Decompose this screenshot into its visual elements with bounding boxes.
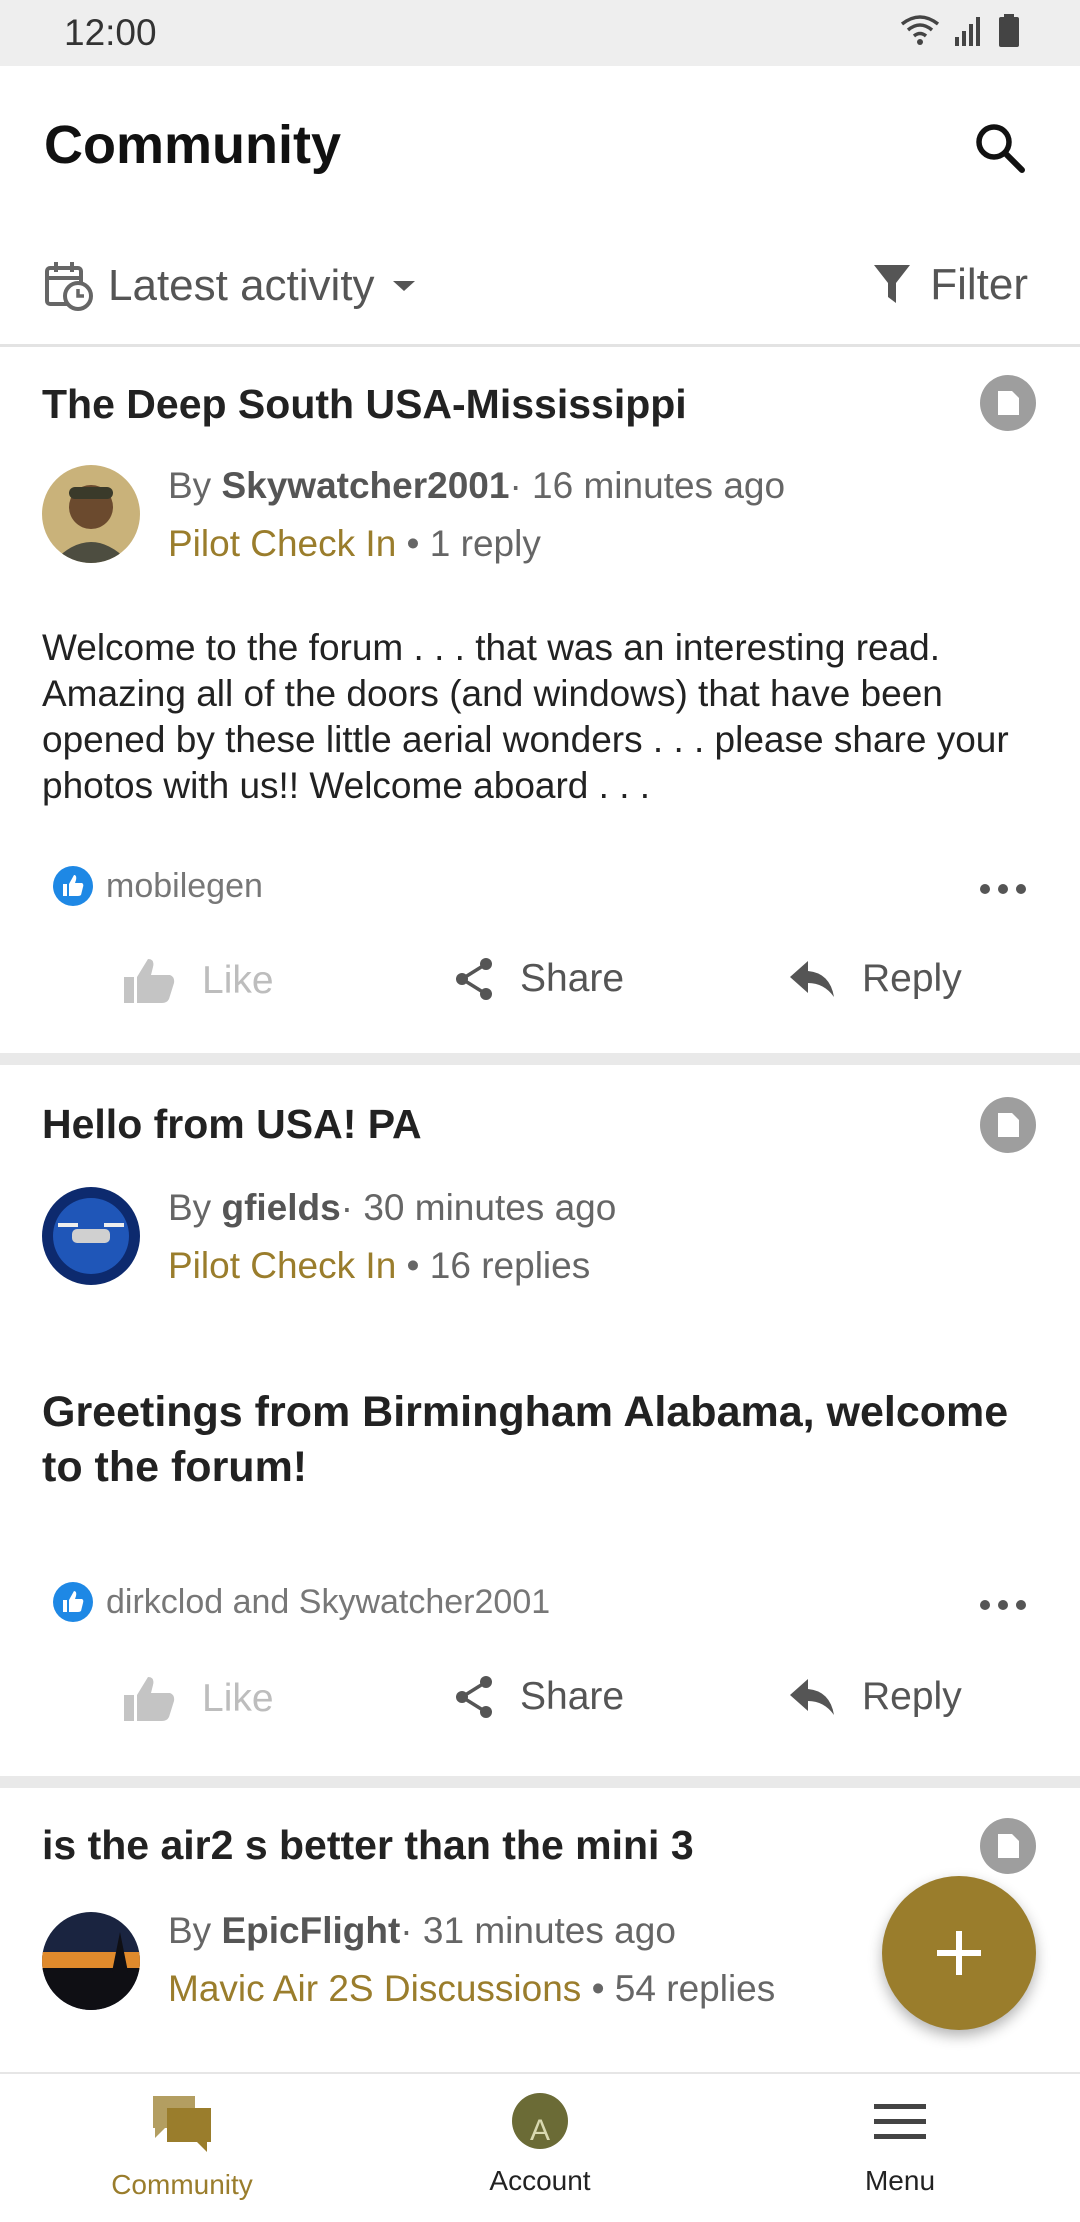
likes-summary[interactable]: mobilegen <box>52 865 263 907</box>
forum-link[interactable]: Pilot Check In <box>168 1245 396 1286</box>
post-forum-meta: Mavic Air 2S Discussions • 54 replies <box>168 1968 776 2009</box>
more-options-icon[interactable] <box>978 879 1028 899</box>
status-time: 12:00 <box>64 12 157 53</box>
sort-label: Latest activity <box>108 261 375 310</box>
document-icon <box>980 1818 1036 1874</box>
share-button[interactable]: Share <box>454 957 624 1001</box>
post-actions: Like Share Reply <box>0 1675 1080 1755</box>
document-icon <box>980 1097 1036 1153</box>
forum-link[interactable]: Pilot Check In <box>168 523 396 564</box>
new-post-fab[interactable] <box>882 1876 1036 2030</box>
nav-account-label: Account <box>489 2165 591 2196</box>
post-card[interactable]: The Deep South USA-Mississippi By Skywat… <box>0 347 1080 1052</box>
search-icon[interactable] <box>970 118 1030 178</box>
share-icon <box>456 958 492 1000</box>
nav-menu[interactable]: Menu <box>800 2092 1000 2197</box>
like-button[interactable]: Like <box>122 1675 274 1723</box>
page-title: Community <box>44 115 341 175</box>
reply-button[interactable]: Reply <box>788 957 962 1001</box>
share-icon <box>456 1676 492 1718</box>
filter-icon <box>874 265 911 303</box>
bottom-navigation: Community A Account Menu <box>0 2072 1080 2222</box>
battery-icon <box>999 14 1019 47</box>
thumbs-up-icon <box>124 959 175 1003</box>
likes-summary[interactable]: dirkclod and Skywatcher2001 <box>52 1581 550 1623</box>
sort-filter-bar: Latest activity Filter <box>0 226 1080 347</box>
nav-community-label: Community <box>111 2169 253 2200</box>
author-name[interactable]: EpicFlight <box>221 1910 400 1951</box>
calendar-clock-icon <box>45 262 93 311</box>
post-body[interactable]: Welcome to the forum . . . that was an i… <box>42 625 1042 809</box>
nav-menu-label: Menu <box>864 2165 936 2196</box>
post-forum-meta: Pilot Check In • 16 replies <box>168 1245 591 1286</box>
filter-label: Filter <box>930 260 1028 309</box>
status-bar: 12:00 <box>0 0 1080 66</box>
reply-icon <box>790 1679 834 1715</box>
app-bar: Community <box>0 66 1080 226</box>
share-button[interactable]: Share <box>454 1675 624 1719</box>
signal-icon <box>955 17 980 46</box>
post-title[interactable]: is the air2 s better than the mini 3 <box>42 1822 694 1869</box>
post-card[interactable]: Hello from USA! PA By gfields· 30 minute… <box>0 1065 1080 1775</box>
avatar[interactable] <box>42 465 140 563</box>
sort-dropdown[interactable]: Latest activity <box>44 260 419 312</box>
post-title[interactable]: The Deep South USA-Mississippi <box>42 381 687 428</box>
like-badge-icon <box>53 866 93 906</box>
nav-account[interactable]: A Account <box>440 2092 640 2197</box>
nav-community[interactable]: Community <box>82 2092 282 2201</box>
post-meta: By gfields· 30 minutes ago <box>168 1187 617 1228</box>
dropdown-arrow-icon <box>392 281 415 291</box>
post-meta: By EpicFlight· 31 minutes ago <box>168 1910 676 1951</box>
account-initial: A <box>529 2114 550 2147</box>
author-name[interactable]: Skywatcher2001 <box>221 465 509 506</box>
forum-link[interactable]: Mavic Air 2S Discussions <box>168 1968 581 2009</box>
hamburger-menu-icon <box>874 2104 926 2139</box>
more-options-icon[interactable] <box>978 1595 1028 1615</box>
post-divider <box>0 1053 1080 1065</box>
document-icon <box>980 375 1036 431</box>
wifi-icon <box>900 15 940 45</box>
post-actions: Like Share Reply <box>0 957 1080 1037</box>
chat-bubbles-icon <box>153 2096 211 2152</box>
like-badge-icon <box>53 1582 93 1622</box>
post-meta: By Skywatcher2001· 16 minutes ago <box>168 465 786 506</box>
author-name[interactable]: gfields <box>221 1187 340 1228</box>
avatar[interactable] <box>42 1912 140 2010</box>
post-body[interactable]: Greetings from Birmingham Alabama, welco… <box>42 1385 1042 1495</box>
like-button[interactable]: Like <box>122 957 274 1005</box>
reply-icon <box>790 961 834 997</box>
likers-text: mobilegen <box>106 866 263 905</box>
thumbs-up-icon <box>124 1677 175 1721</box>
filter-button[interactable]: Filter <box>872 260 1028 310</box>
post-divider <box>0 1776 1080 1788</box>
plus-icon <box>937 1931 981 1975</box>
post-forum-meta: Pilot Check In • 1 reply <box>168 523 541 564</box>
likers-text: dirkclod and Skywatcher2001 <box>106 1582 551 1621</box>
avatar[interactable] <box>42 1187 140 1285</box>
post-title[interactable]: Hello from USA! PA <box>42 1101 422 1148</box>
reply-button[interactable]: Reply <box>788 1675 962 1719</box>
